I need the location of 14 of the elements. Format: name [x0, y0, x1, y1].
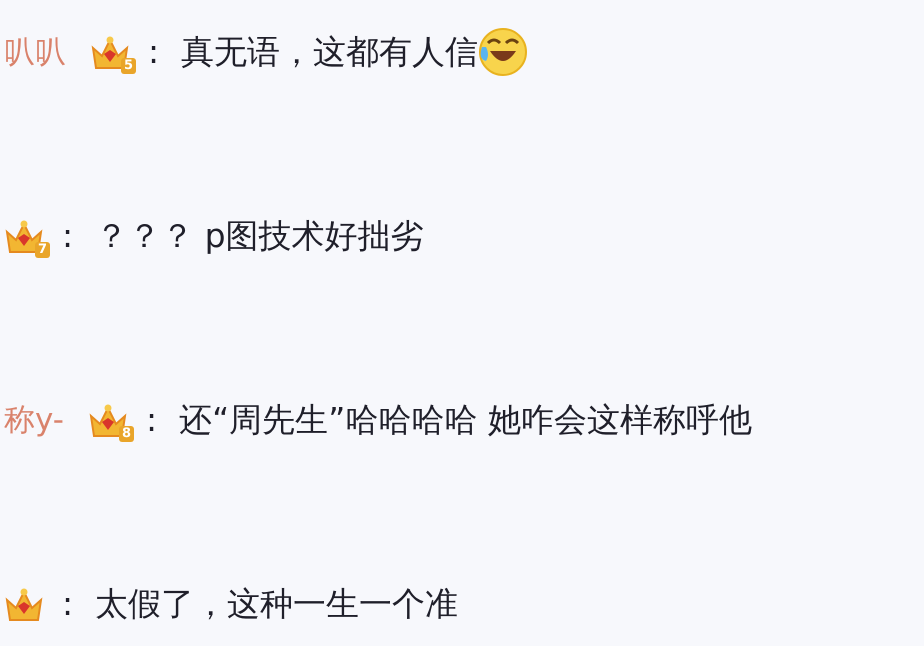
- username[interactable]: 叭叭: [4, 30, 66, 74]
- comment-text: 太假了，这种一生一个准: [95, 583, 458, 625]
- username[interactable]: 称y-: [4, 398, 64, 442]
- colon: :: [62, 583, 74, 625]
- colon: :: [146, 399, 158, 441]
- colon: :: [62, 215, 74, 257]
- laughing-emoji-icon: [478, 27, 528, 77]
- comment-text: 真无语，这都有人信: [181, 31, 478, 73]
- comment-text: ？？？ p图技术好拙劣: [95, 215, 424, 257]
- level-number: 7: [34, 242, 50, 258]
- colon: :: [148, 31, 160, 73]
- comment-text: 还“周先生”哈哈哈哈 她咋会这样称呼他: [179, 399, 752, 441]
- level-number: 8: [118, 426, 134, 442]
- level-number: 5: [120, 58, 136, 74]
